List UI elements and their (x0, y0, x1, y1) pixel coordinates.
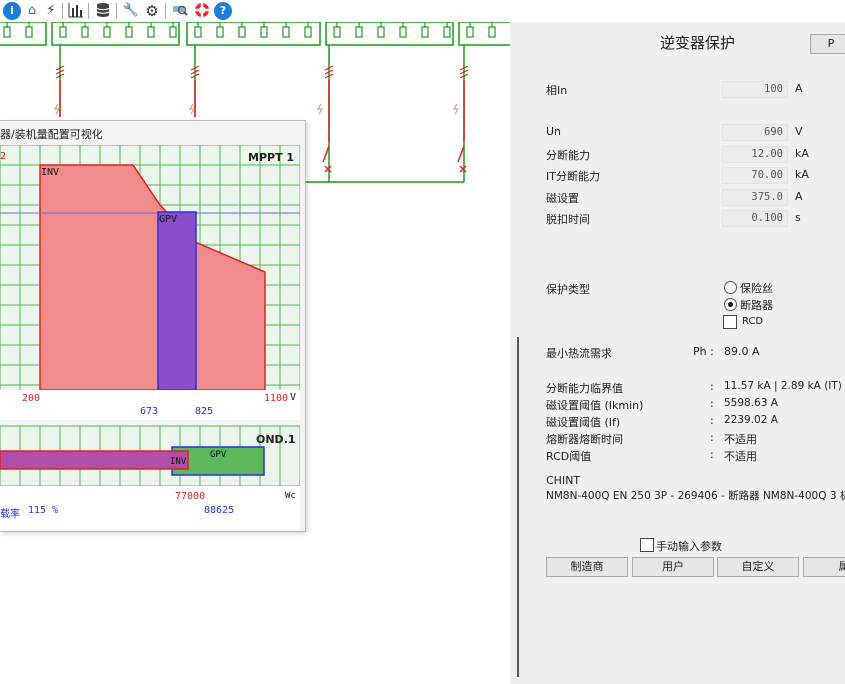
phase-in-field[interactable]: 100 (722, 81, 788, 98)
ond-unit: Wc (285, 491, 296, 501)
ond-tick-88625: 88625 (204, 505, 235, 516)
it-breaking-field[interactable]: 70.00 (722, 167, 788, 184)
manufacturer-button[interactable]: 制造商 (546, 557, 628, 577)
load-label: 载率 (0, 509, 20, 520)
inv-label: INV (41, 167, 60, 178)
phase-in-unit: A (795, 82, 803, 95)
mppt-title: MPPT 1 (248, 151, 295, 164)
radio-fuse-label: 保险丝 (740, 282, 773, 295)
un-field[interactable]: 690 (722, 124, 788, 141)
rcd-checkbox[interactable] (723, 315, 737, 329)
un-label: Un (546, 125, 562, 138)
result-value-3: 不适用 (724, 433, 757, 446)
property-button[interactable]: 属 (803, 557, 845, 577)
min-thermal-label: 最小热流需求 (546, 347, 612, 360)
magnetic-field[interactable]: 375.0 (722, 189, 788, 206)
result-label-4: RCD阈值 (546, 450, 592, 463)
breaking-field[interactable]: 12.00 (722, 146, 788, 163)
lightning-icon[interactable]: ⚡ (42, 2, 60, 20)
magnetic-label: 磁设置 (546, 192, 579, 205)
database-icon[interactable] (94, 2, 112, 20)
phase-in-label: 相In (546, 84, 568, 97)
ond-inv-label: INV (170, 457, 187, 467)
result-colon-0: : (710, 380, 714, 393)
x-unit: V (290, 392, 297, 403)
ond-title: OND.1 (256, 433, 296, 446)
radio-breaker-label: 断路器 (740, 299, 773, 312)
x-tick-825: 825 (195, 406, 214, 417)
manual-input-checkbox[interactable] (640, 538, 654, 552)
result-label-3: 熔断器熔断时间 (546, 433, 623, 446)
result-label-1: 磁设置阈值 (Ikmin) (546, 399, 644, 412)
info-icon[interactable]: i (3, 2, 21, 20)
rcd-label: RCD (742, 316, 764, 327)
result-label-0: 分断能力临界值 (546, 382, 623, 395)
breaking-unit: kA (795, 147, 809, 160)
viz-title: 器/装机量配置可视化 (0, 128, 103, 141)
inv-bar (0, 450, 189, 470)
x-tick-200: 200 (22, 393, 41, 404)
user-button[interactable]: 用户 (632, 557, 714, 577)
result-colon-3: : (710, 431, 714, 444)
manufacturer-name: CHINT (546, 474, 581, 487)
home-icon[interactable]: ⌂ (23, 2, 41, 20)
ond-tick-77000: 77000 (175, 491, 206, 502)
top-left-value: 2 (0, 151, 7, 162)
trip-time-label: 脱扣时间 (546, 213, 590, 226)
manual-input-label: 手动输入参数 (656, 540, 722, 553)
breaking-label: 分断能力 (546, 149, 590, 162)
magnifier-icon[interactable] (171, 2, 189, 20)
result-value-0: 11.57 kA | 2.89 kA (IT) (724, 380, 842, 392)
gear-icon[interactable]: ⚙ (143, 2, 161, 20)
device-description: NM8N-400Q EN 250 3P - 269406 - 断路器 NM8N-… (546, 490, 845, 502)
gpv-label: GPV (159, 214, 178, 225)
radio-breaker[interactable] (724, 298, 737, 311)
protection-type-label: 保护类型 (546, 283, 590, 296)
ph-label: Ph : (693, 345, 714, 358)
result-colon-1: : (710, 397, 714, 410)
lifebuoy-icon[interactable] (193, 2, 211, 20)
gpv-region (157, 211, 197, 391)
visualization-window[interactable]: 器/装机量配置可视化 2 MPPT 1 INV GPV 200 1100 V 6… (0, 120, 306, 532)
help-icon[interactable]: ? (214, 2, 232, 20)
it-breaking-unit: kA (795, 168, 809, 181)
result-label-2: 磁设置阈值 (If) (546, 416, 621, 429)
result-colon-2: : (710, 414, 714, 427)
load-value: 115 % (28, 505, 59, 516)
magnetic-unit: A (795, 190, 803, 203)
trip-time-unit: s (795, 211, 801, 224)
corner-button[interactable]: P (810, 34, 845, 54)
toolbar: i ⌂ ⚡ 🔧 ⚙ ? (0, 0, 240, 22)
it-breaking-label: IT分断能力 (546, 170, 600, 183)
wrench-icon[interactable]: 🔧 (122, 2, 140, 20)
result-colon-4: : (710, 448, 714, 461)
radio-fuse[interactable] (724, 281, 737, 294)
viz-chart-svg (0, 145, 300, 530)
x-tick-673: 673 (140, 406, 159, 417)
inverter-protection-panel: 逆变器保护 P 相In 100 A Un 690 V 分断能力 12.00 kA… (510, 22, 845, 684)
custom-button[interactable]: 自定义 (717, 557, 799, 577)
ond-gpv-label: GPV (210, 450, 227, 460)
panel-title: 逆变器保护 (660, 34, 736, 52)
x-tick-1100: 1100 (264, 393, 289, 404)
min-thermal-value: 89.0 A (724, 345, 760, 358)
panel-divider (517, 337, 519, 677)
result-value-1: 5598.63 A (724, 397, 778, 409)
trip-time-field[interactable]: 0.100 (722, 210, 788, 227)
result-value-4: 不适用 (724, 450, 757, 463)
un-unit: V (795, 125, 803, 138)
result-value-2: 2239.02 A (724, 414, 778, 426)
bar-chart-icon[interactable] (67, 2, 85, 20)
